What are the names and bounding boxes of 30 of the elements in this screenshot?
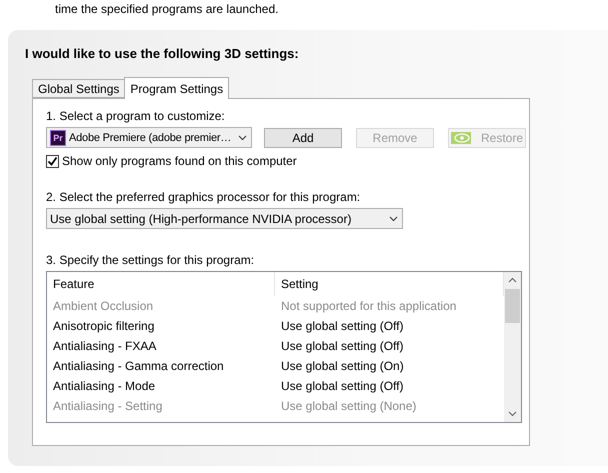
table-cell-text: Use global setting (None): [280, 399, 418, 413]
table-cell-text: Use global setting (Off): [280, 379, 405, 393]
table-cell-text: Use global setting (On): [280, 359, 405, 373]
tab[interactable]: Global Settings: [32, 79, 126, 98]
program-dropdown[interactable]: Pr Adobe Premiere (adobe premier…: [46, 127, 252, 148]
table-cell-text: Use global setting (Off): [280, 319, 405, 333]
table-cell-text: Use global setting (Off): [280, 339, 405, 353]
step-label: 2. Select the preferred graphics processor for this program:: [46, 190, 362, 206]
table-cell-text: Antialiasing - Gamma correction: [52, 359, 225, 373]
scrollbar-thumb[interactable]: [505, 289, 520, 323]
description-text: time the specified programs are launched.: [54, 1, 280, 18]
step-label: 3. Specify the settings for this program:: [46, 253, 256, 269]
chevron-icon[interactable]: [238, 134, 247, 140]
table-cell-text: Anisotropic filtering: [52, 319, 156, 333]
step-label: 1. Select a program to customize:: [46, 109, 226, 125]
app-icon: Pr: [50, 130, 66, 146]
checkbox[interactable]: [46, 154, 59, 168]
scrollbar[interactable]: [504, 272, 521, 422]
table-cell-text: Ambient Occlusion: [52, 299, 154, 313]
tab[interactable]: Program Settings: [124, 77, 230, 99]
processor-dropdown[interactable]: Use global setting (High-performance NVIDIA processor): [46, 208, 403, 229]
table-cell-text: Antialiasing - FXAA: [52, 339, 158, 353]
checkbox-label: Show only programs found on this computer: [62, 154, 297, 168]
eye-logo-icon: [450, 132, 471, 144]
chevron-icon[interactable]: [389, 216, 398, 222]
table-cell-text: Not supported for this application: [280, 299, 458, 313]
action-button[interactable]: Add: [264, 128, 342, 148]
table-cell-text: Antialiasing - Setting: [52, 399, 164, 413]
section-heading: I would like to use the following 3D settings:: [25, 46, 300, 63]
table-cell-text: Antialiasing - Mode: [52, 379, 156, 393]
